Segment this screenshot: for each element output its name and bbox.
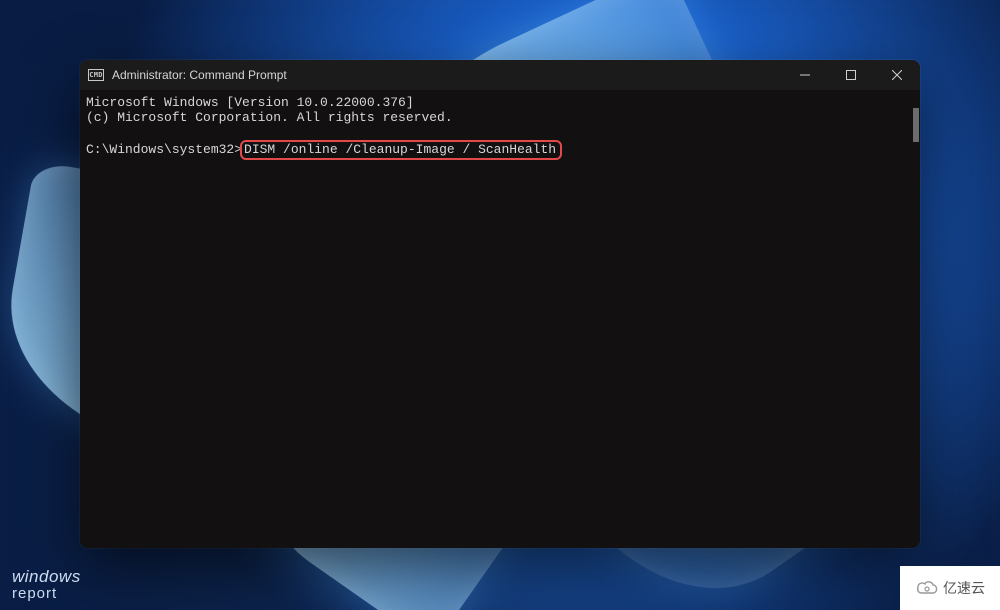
- yisu-cloud-text: 亿速云: [943, 578, 985, 598]
- terminal-prompt-path: C:\Windows\system32>: [86, 142, 242, 157]
- yisu-cloud-badge: 亿速云: [900, 566, 1000, 610]
- windows-report-watermark: windows report: [12, 567, 81, 602]
- watermark-line1: windows: [12, 567, 81, 587]
- highlighted-command: DISM /online /Cleanup-Image / ScanHealth: [240, 140, 562, 160]
- scrollbar-thumb[interactable]: [913, 108, 919, 142]
- cmd-app-icon: CMD: [88, 69, 104, 81]
- maximize-icon: [846, 70, 856, 80]
- cloud-icon: [915, 579, 939, 597]
- terminal-output-area[interactable]: Microsoft Windows [Version 10.0.22000.37…: [80, 90, 920, 548]
- close-button[interactable]: [874, 60, 920, 90]
- terminal-line-version: Microsoft Windows [Version 10.0.22000.37…: [86, 95, 414, 110]
- maximize-button[interactable]: [828, 60, 874, 90]
- watermark-line2: report: [12, 585, 81, 602]
- terminal-line-copyright: (c) Microsoft Corporation. All rights re…: [86, 110, 453, 125]
- close-icon: [892, 70, 902, 80]
- window-titlebar[interactable]: CMD Administrator: Command Prompt: [80, 60, 920, 90]
- minimize-icon: [800, 70, 810, 80]
- window-title: Administrator: Command Prompt: [112, 68, 782, 82]
- minimize-button[interactable]: [782, 60, 828, 90]
- command-prompt-window: CMD Administrator: Command Prompt Micros…: [80, 60, 920, 548]
